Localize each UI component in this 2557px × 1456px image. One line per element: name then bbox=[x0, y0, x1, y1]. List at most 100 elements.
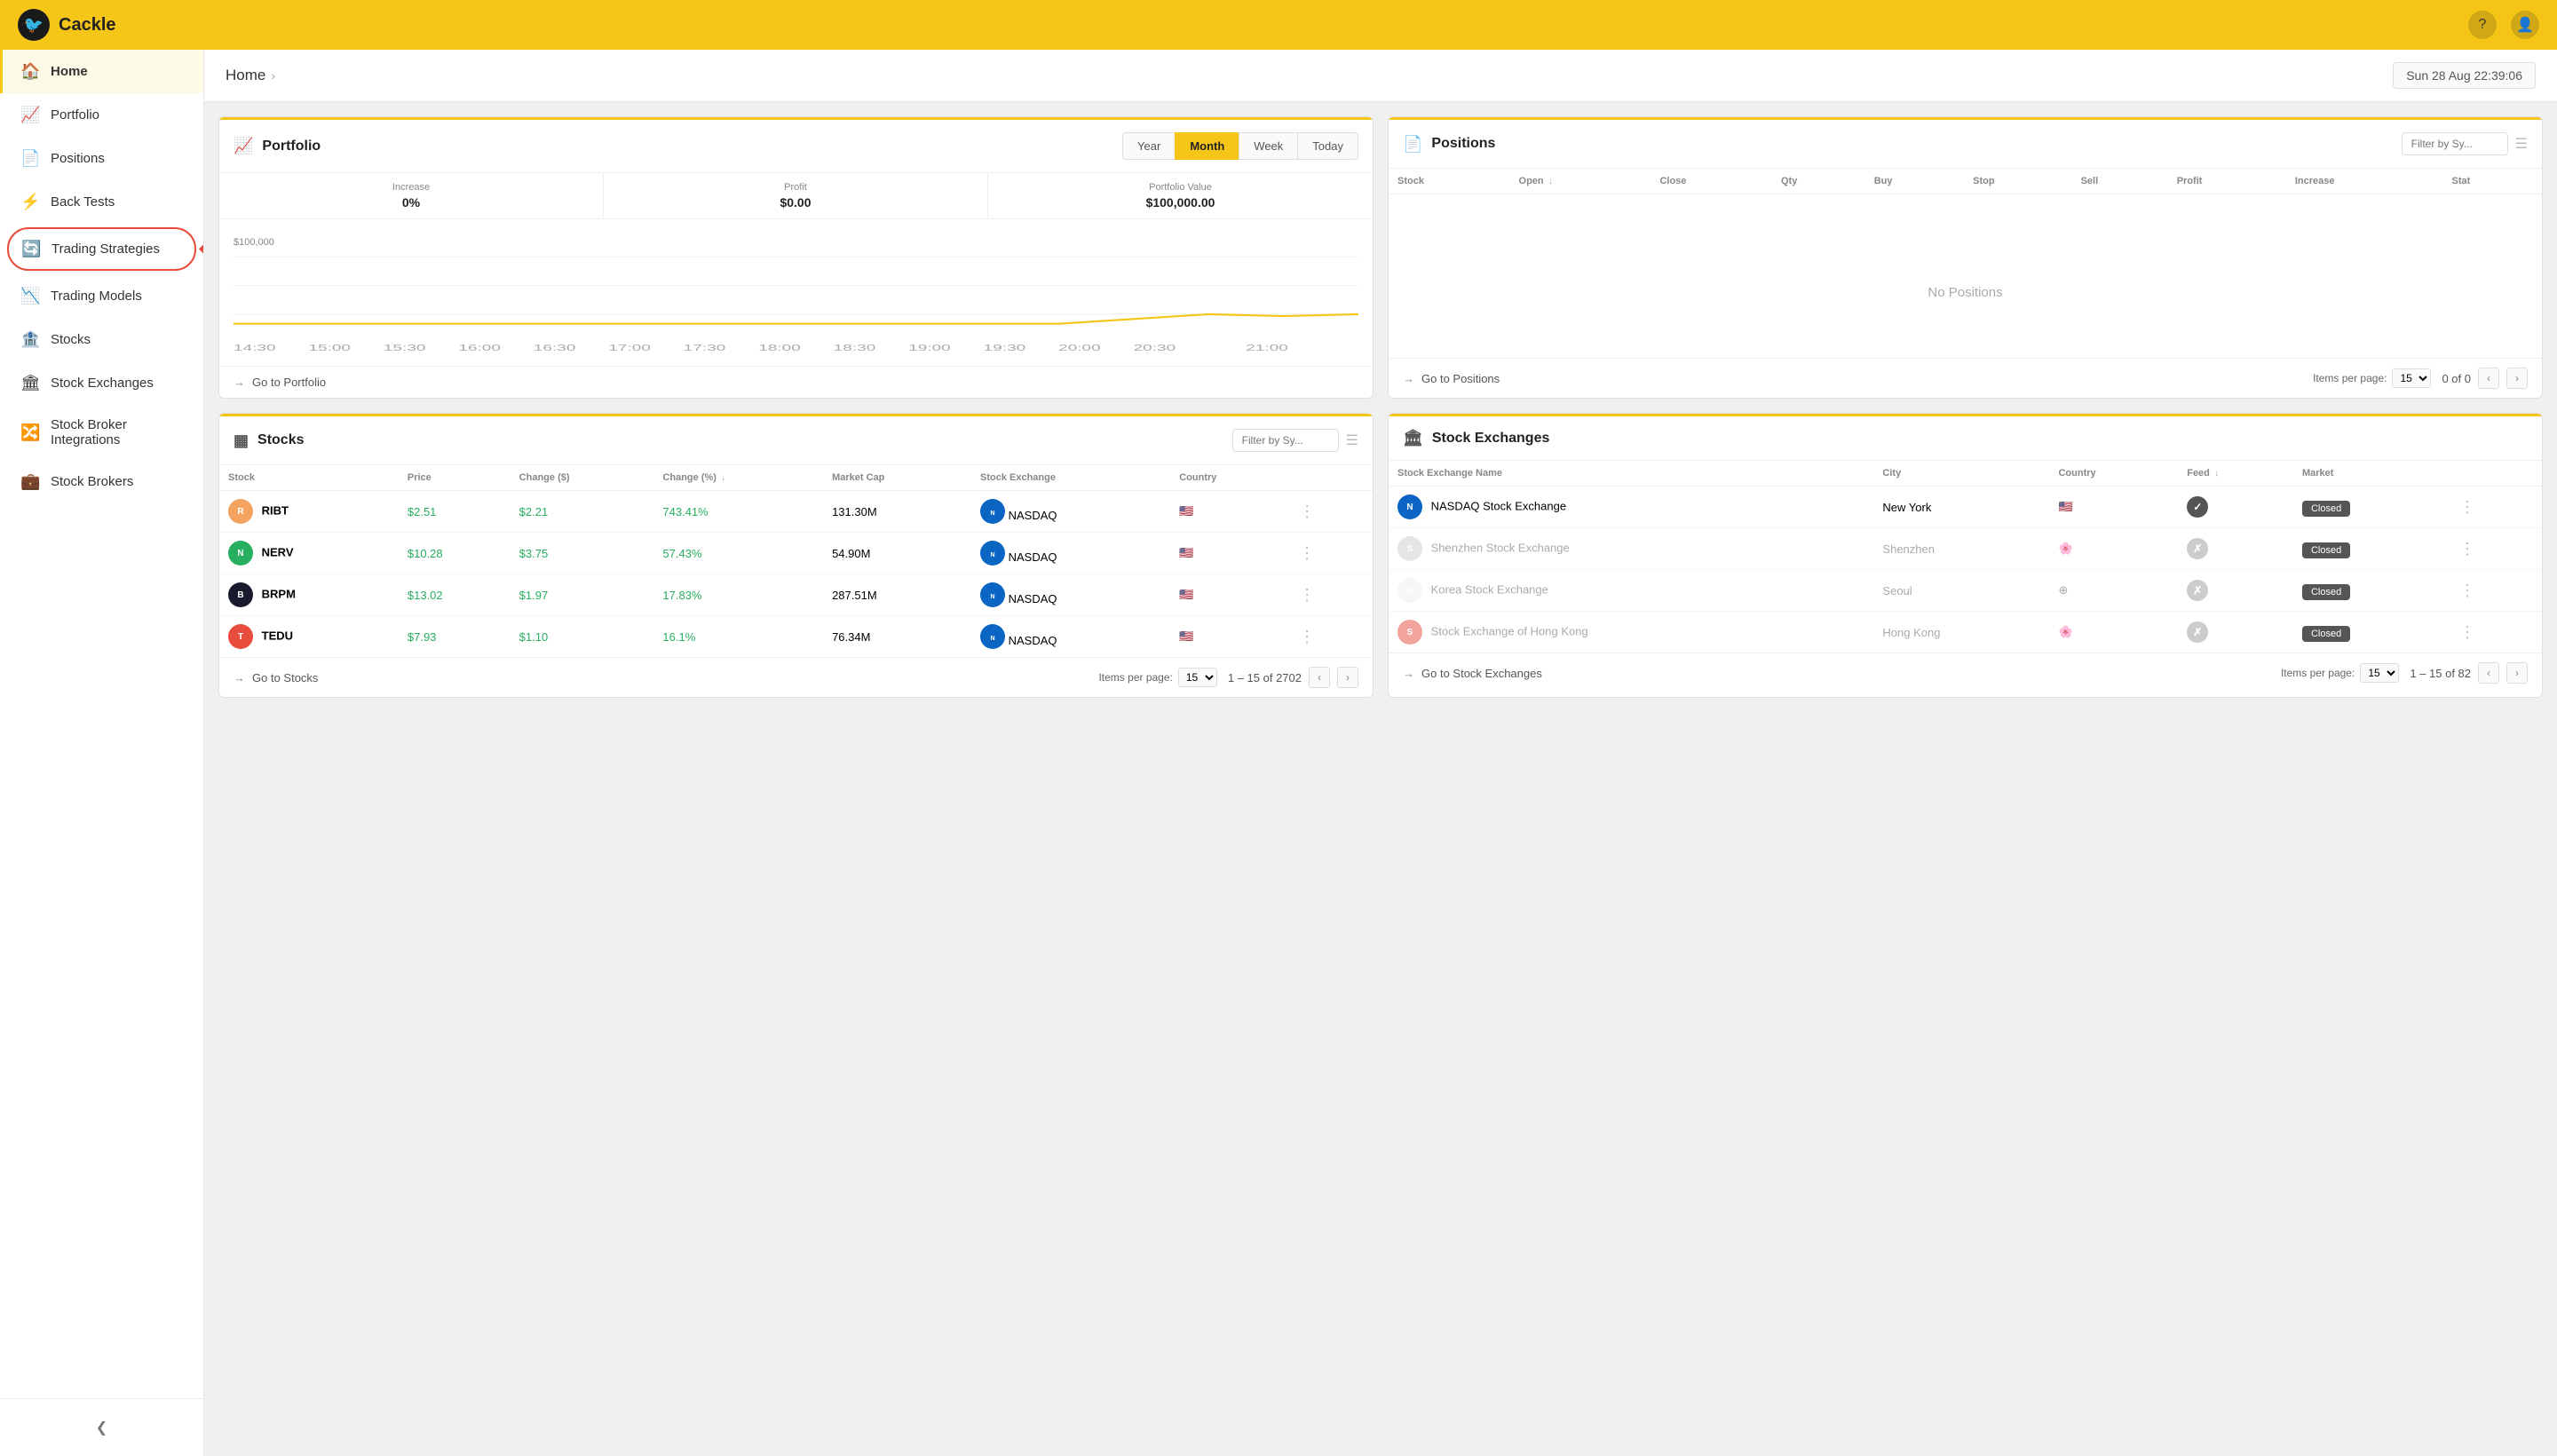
stock-more[interactable]: ⋮ bbox=[1286, 491, 1373, 533]
exchange-feed: ✗ bbox=[2178, 570, 2293, 612]
stocks-ipp-select[interactable]: 152550 bbox=[1178, 668, 1217, 687]
filter-icon[interactable]: ☰ bbox=[2515, 135, 2528, 153]
exchange-more-icon[interactable]: ⋮ bbox=[2456, 498, 2479, 516]
portfolio-tabs: Year Month Week Today bbox=[1123, 132, 1358, 160]
portfolio-value-label: Portfolio Value bbox=[1002, 182, 1358, 193]
stock-change-p: 17.83% bbox=[653, 574, 823, 616]
stock-more[interactable]: ⋮ bbox=[1286, 533, 1373, 574]
sidebar-item-stock-brokers[interactable]: 💼 Stock Brokers bbox=[0, 460, 203, 503]
sidebar-item-backtests[interactable]: ⚡ Back Tests bbox=[0, 180, 203, 224]
col-qty: Qty bbox=[1772, 169, 1865, 194]
sidebar-item-positions[interactable]: 📄 Positions bbox=[0, 137, 203, 180]
stock-cell: B BRPM bbox=[219, 574, 399, 616]
col-change-d: Change ($) bbox=[511, 465, 654, 491]
tab-today[interactable]: Today bbox=[1297, 132, 1358, 160]
goto-exchanges-arrow-icon: → bbox=[1403, 667, 1414, 680]
help-button[interactable]: ? bbox=[2468, 11, 2497, 39]
positions-prev-button[interactable]: ‹ bbox=[2478, 368, 2499, 389]
sidebar-label-trading-models: Trading Models bbox=[51, 289, 142, 304]
svg-text:🐦: 🐦 bbox=[24, 16, 44, 34]
stock-logo: T bbox=[228, 624, 253, 649]
svg-text:N: N bbox=[990, 636, 994, 642]
exchange-more-icon[interactable]: ⋮ bbox=[2456, 623, 2479, 641]
stocks-filter-icon[interactable]: ☰ bbox=[1346, 431, 1358, 449]
exchange-more-icon[interactable]: ⋮ bbox=[2456, 582, 2479, 599]
exchange-city: Shenzhen bbox=[1873, 528, 2049, 570]
more-icon[interactable]: ⋮ bbox=[1295, 628, 1318, 645]
col-change-p[interactable]: Change (%) ↓ bbox=[653, 465, 823, 491]
exchange-market: Closed bbox=[2293, 528, 2447, 570]
positions-filter-input[interactable] bbox=[2402, 132, 2508, 155]
exchanges-prev-button[interactable]: ‹ bbox=[2478, 662, 2499, 684]
sidebar: 🏠 Home 📈 Portfolio 📄 Positions ⚡ Back Te… bbox=[0, 50, 204, 1456]
tab-month[interactable]: Month bbox=[1175, 132, 1239, 160]
more-icon[interactable]: ⋮ bbox=[1295, 502, 1318, 520]
portfolio-title-text: Portfolio bbox=[262, 138, 321, 154]
exchange-more[interactable]: ⋮ bbox=[2447, 528, 2542, 570]
main-content: Home › Sun 28 Aug 22:39:06 📈 Portfolio Y… bbox=[204, 50, 2557, 1456]
stock-more[interactable]: ⋮ bbox=[1286, 574, 1373, 616]
col-feed[interactable]: Feed ↓ bbox=[2178, 461, 2293, 487]
exchange-city: Hong Kong bbox=[1873, 612, 2049, 653]
svg-text:14:30: 14:30 bbox=[234, 343, 276, 352]
stock-mktcap: 287.51M bbox=[823, 574, 971, 616]
exchange-name-cell: S Stock Exchange of Hong Kong bbox=[1389, 612, 1873, 653]
exchange-more[interactable]: ⋮ bbox=[2447, 612, 2542, 653]
exchanges-card-title: 🏛 Stock Exchanges bbox=[1403, 429, 1549, 447]
sidebar-item-broker-integrations[interactable]: 🔀 Stock Broker Integrations bbox=[0, 405, 203, 460]
col-exchange-name: Stock Exchange Name bbox=[1389, 461, 1873, 487]
positions-next-button[interactable]: › bbox=[2506, 368, 2528, 389]
more-icon[interactable]: ⋮ bbox=[1295, 586, 1318, 604]
stock-price: $10.28 bbox=[399, 533, 511, 574]
sidebar-collapse-button[interactable]: ❮ bbox=[0, 1408, 203, 1447]
stock-country: 🇺🇸 bbox=[1170, 491, 1286, 533]
stock-brokers-icon: 💼 bbox=[20, 472, 40, 491]
stock-more[interactable]: ⋮ bbox=[1286, 616, 1373, 658]
sidebar-item-trading-strategies[interactable]: 🔄 Trading Strategies Click "Trading Stra… bbox=[7, 227, 196, 271]
exchange-name-cell: K Korea Stock Exchange bbox=[1389, 570, 1873, 612]
exchanges-ipp-label: Items per page: bbox=[2281, 667, 2355, 679]
feed-x-badge: ✗ bbox=[2187, 580, 2208, 601]
stocks-card-header: ▦ Stocks ☰ bbox=[219, 414, 1373, 465]
positions-title-text: Positions bbox=[1431, 136, 1495, 152]
stocks-prev-button[interactable]: ‹ bbox=[1309, 667, 1330, 688]
goto-positions-button[interactable]: → Go to Positions bbox=[1403, 372, 1500, 385]
stocks-filter-input[interactable] bbox=[1232, 429, 1339, 452]
breadcrumb-arrow: › bbox=[271, 68, 275, 83]
more-icon[interactable]: ⋮ bbox=[1295, 544, 1318, 562]
stocks-table-row: B BRPM $13.02 $1.97 17.83% 287.51M N NAS… bbox=[219, 574, 1373, 616]
sidebar-item-stocks[interactable]: 🏦 Stocks bbox=[0, 318, 203, 361]
sidebar-item-stock-exchanges[interactable]: 🏛 Stock Exchanges bbox=[0, 361, 203, 405]
exchanges-next-button[interactable]: › bbox=[2506, 662, 2528, 684]
exchange-more[interactable]: ⋮ bbox=[2447, 487, 2542, 528]
tab-week[interactable]: Week bbox=[1239, 132, 1298, 160]
stocks-next-button[interactable]: › bbox=[1337, 667, 1358, 688]
sidebar-item-trading-models[interactable]: 📉 Trading Models bbox=[0, 274, 203, 318]
app-logo[interactable]: 🐦 Cackle bbox=[18, 9, 116, 41]
positions-card-header: 📄 Positions ☰ bbox=[1389, 117, 2542, 169]
exchange-more-icon[interactable]: ⋮ bbox=[2456, 540, 2479, 558]
sidebar-item-home[interactable]: 🏠 Home bbox=[0, 50, 203, 93]
goto-stocks-arrow-icon: → bbox=[234, 671, 245, 684]
sidebar-label-stock-exchanges: Stock Exchanges bbox=[51, 376, 154, 391]
tab-year[interactable]: Year bbox=[1122, 132, 1176, 160]
col-buy: Buy bbox=[1865, 169, 1964, 194]
stocks-table: Stock Price Change ($) Change (%) ↓ Mark… bbox=[219, 465, 1373, 657]
goto-exchanges-button[interactable]: → Go to Stock Exchanges bbox=[1403, 667, 1542, 680]
trading-strategies-icon: 🔄 bbox=[21, 240, 41, 258]
user-menu-button[interactable]: 👤 bbox=[2511, 11, 2539, 39]
exchange-more[interactable]: ⋮ bbox=[2447, 570, 2542, 612]
stocks-ipp-label: Items per page: bbox=[1098, 671, 1172, 684]
portfolio-value: $100,000.00 bbox=[1002, 195, 1358, 210]
goto-stocks-button[interactable]: → Go to Stocks bbox=[234, 671, 318, 684]
sidebar-item-portfolio[interactable]: 📈 Portfolio bbox=[0, 93, 203, 137]
goto-portfolio-button[interactable]: → Go to Portfolio bbox=[234, 376, 326, 389]
content-grid: 📈 Portfolio Year Month Week Today Increa… bbox=[204, 102, 2557, 712]
positions-ipp-select[interactable]: 15 25 50 bbox=[2392, 368, 2431, 388]
stocks-icon: 🏦 bbox=[20, 330, 40, 349]
exchanges-ipp-select[interactable]: 152550 bbox=[2360, 663, 2399, 683]
col-open[interactable]: Open ↓ bbox=[1510, 169, 1651, 194]
collapse-icon: ❮ bbox=[96, 1419, 107, 1436]
portfolio-card: 📈 Portfolio Year Month Week Today Increa… bbox=[218, 116, 1373, 399]
positions-filter: ☰ bbox=[2402, 132, 2528, 155]
